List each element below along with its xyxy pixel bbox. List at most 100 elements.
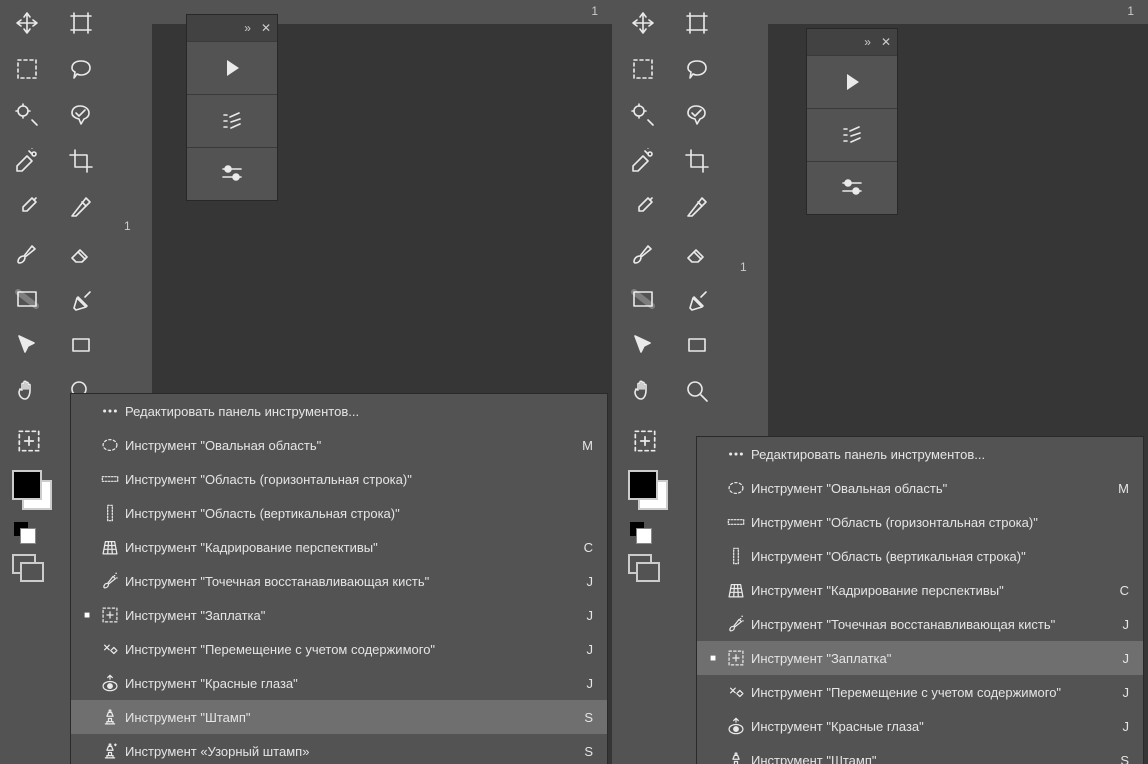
magic-lasso-tool[interactable]: [54, 92, 108, 138]
flyout-item-label: Инструмент "Область (вертикальная строка…: [125, 506, 565, 521]
flyout-item[interactable]: Инструмент "Штамп"S: [71, 700, 607, 734]
flyout-item[interactable]: Инструмент "Штамп"S: [697, 743, 1143, 764]
flyout-item[interactable]: Инструмент "Кадрирование перспективы"C: [71, 530, 607, 564]
magic-lasso-tool[interactable]: [670, 92, 724, 138]
flyout-item[interactable]: Инструмент "Область (горизонтальная стро…: [71, 462, 607, 496]
pen-tool[interactable]: [670, 276, 724, 322]
healing-brush-tool[interactable]: [0, 138, 54, 184]
actions-panel[interactable]: »✕: [806, 28, 898, 215]
lasso-tool[interactable]: [670, 46, 724, 92]
flyout-item[interactable]: Инструмент "Овальная область"M: [697, 471, 1143, 505]
patch-icon: [95, 605, 125, 625]
play-action-button[interactable]: [187, 41, 277, 94]
flyout-item[interactable]: Инструмент "Точечная восстанавливающая к…: [697, 607, 1143, 641]
flyout-item[interactable]: Инструмент "Овальная область"M: [71, 428, 607, 462]
eyedropper-tool[interactable]: [0, 184, 54, 230]
flyout-item-label: Инструмент "Кадрирование перспективы": [751, 583, 1101, 598]
color-swatches[interactable]: [624, 466, 674, 516]
hand-tool[interactable]: [616, 368, 670, 414]
panel-collapse-button[interactable]: »: [244, 22, 251, 34]
eraser-tool[interactable]: [670, 230, 724, 276]
flyout-edit-toolbar[interactable]: Редактировать панель инструментов...: [71, 394, 607, 428]
flyout-header-label: Редактировать панель инструментов...: [751, 447, 1101, 462]
clone-stamp-icon: [95, 707, 125, 727]
action-options-button[interactable]: [187, 147, 277, 200]
move-tool[interactable]: [0, 0, 54, 46]
flyout-item[interactable]: Инструмент "Кадрирование перспективы"C: [697, 573, 1143, 607]
flyout-item[interactable]: ■Инструмент "Заплатка"J: [697, 641, 1143, 675]
path-select-tool[interactable]: [0, 322, 54, 368]
flyout-item-label: Инструмент "Перемещение с учетом содержи…: [751, 685, 1101, 700]
crop-tool[interactable]: [670, 138, 724, 184]
flyout-item[interactable]: Инструмент "Область (горизонтальная стро…: [697, 505, 1143, 539]
flyout-item[interactable]: Инструмент "Красные глаза"J: [697, 709, 1143, 743]
row-marquee-icon: [95, 469, 125, 489]
panel-close-button[interactable]: ✕: [881, 36, 891, 48]
tool-flyout-menu: Редактировать панель инструментов... Инст…: [696, 436, 1144, 764]
tool-flyout-menu: Редактировать панель инструментов... Инст…: [70, 393, 608, 764]
row-marquee-icon: [721, 512, 751, 532]
action-options-button[interactable]: [807, 161, 897, 214]
flyout-item-label: Инструмент "Заплатка": [751, 651, 1101, 666]
flyout-item[interactable]: Инструмент "Перемещение с учетом содержи…: [697, 675, 1143, 709]
gradient-tool[interactable]: [616, 276, 670, 322]
quick-select-tool[interactable]: [616, 92, 670, 138]
crop-tool[interactable]: [54, 138, 108, 184]
rectangle-shape-tool[interactable]: [54, 322, 108, 368]
flyout-item-label: Инструмент "Область (горизонтальная стро…: [751, 515, 1101, 530]
action-listmode-button[interactable]: [187, 94, 277, 147]
slice-tool[interactable]: [54, 184, 108, 230]
flyout-item-label: Инструмент "Область (горизонтальная стро…: [125, 472, 565, 487]
flyout-item[interactable]: Инструмент "Красные глаза"J: [71, 666, 607, 700]
artboard-tool[interactable]: [670, 0, 724, 46]
artboard-tool[interactable]: [54, 0, 108, 46]
extra-tools-button[interactable]: [4, 416, 54, 466]
lasso-tool[interactable]: [54, 46, 108, 92]
flyout-item-shortcut: J: [1101, 617, 1129, 632]
color-swatches[interactable]: [8, 466, 58, 516]
rectangle-shape-tool[interactable]: [670, 322, 724, 368]
hand-tool[interactable]: [0, 368, 54, 414]
screen-mode-button[interactable]: [628, 554, 662, 580]
flyout-item[interactable]: Инструмент "Точечная восстанавливающая к…: [71, 564, 607, 598]
zoom-tool[interactable]: [670, 368, 724, 414]
eyedropper-tool[interactable]: [616, 184, 670, 230]
rect-marquee-tool[interactable]: [616, 46, 670, 92]
flyout-item-shortcut: J: [1101, 685, 1129, 700]
flyout-item-shortcut: C: [565, 540, 593, 555]
gradient-tool[interactable]: [0, 276, 54, 322]
flyout-item[interactable]: Инструмент "Область (вертикальная строка…: [697, 539, 1143, 573]
play-action-button[interactable]: [807, 55, 897, 108]
screen-mode-button[interactable]: [12, 554, 46, 580]
flyout-edit-toolbar[interactable]: Редактировать панель инструментов...: [697, 437, 1143, 471]
ruler-h-tick: 1: [1127, 4, 1134, 18]
default-colors-button[interactable]: [630, 522, 664, 542]
action-listmode-button[interactable]: [807, 108, 897, 161]
panel-collapse-button[interactable]: »: [864, 36, 871, 48]
move-tool[interactable]: [616, 0, 670, 46]
edit-dots-icon: [95, 401, 125, 421]
flyout-item[interactable]: Инструмент "Область (вертикальная строка…: [71, 496, 607, 530]
default-colors-button[interactable]: [14, 522, 48, 542]
flyout-active-marker: ■: [79, 610, 95, 621]
eraser-tool[interactable]: [54, 230, 108, 276]
flyout-item[interactable]: ■Инструмент "Заплатка"J: [71, 598, 607, 632]
pen-tool[interactable]: [54, 276, 108, 322]
flyout-item-label: Инструмент "Штамп": [751, 753, 1101, 764]
flyout-item[interactable]: Инструмент «Узорный штамп»S: [71, 734, 607, 764]
brush-tool[interactable]: [0, 230, 54, 276]
panel-close-button[interactable]: ✕: [261, 22, 271, 34]
flyout-item-shortcut: S: [1101, 753, 1129, 764]
flyout-item[interactable]: Инструмент "Перемещение с учетом содержи…: [71, 632, 607, 666]
slice-tool[interactable]: [670, 184, 724, 230]
actions-panel[interactable]: »✕: [186, 14, 278, 201]
flyout-header-label: Редактировать панель инструментов...: [125, 404, 565, 419]
quick-select-tool[interactable]: [0, 92, 54, 138]
extra-tools-button[interactable]: [620, 416, 670, 466]
brush-tool[interactable]: [616, 230, 670, 276]
healing-brush-tool[interactable]: [616, 138, 670, 184]
rect-marquee-tool[interactable]: [0, 46, 54, 92]
path-select-tool[interactable]: [616, 322, 670, 368]
ruler-v-tick: 1: [124, 219, 131, 233]
red-eye-icon: [721, 716, 751, 736]
